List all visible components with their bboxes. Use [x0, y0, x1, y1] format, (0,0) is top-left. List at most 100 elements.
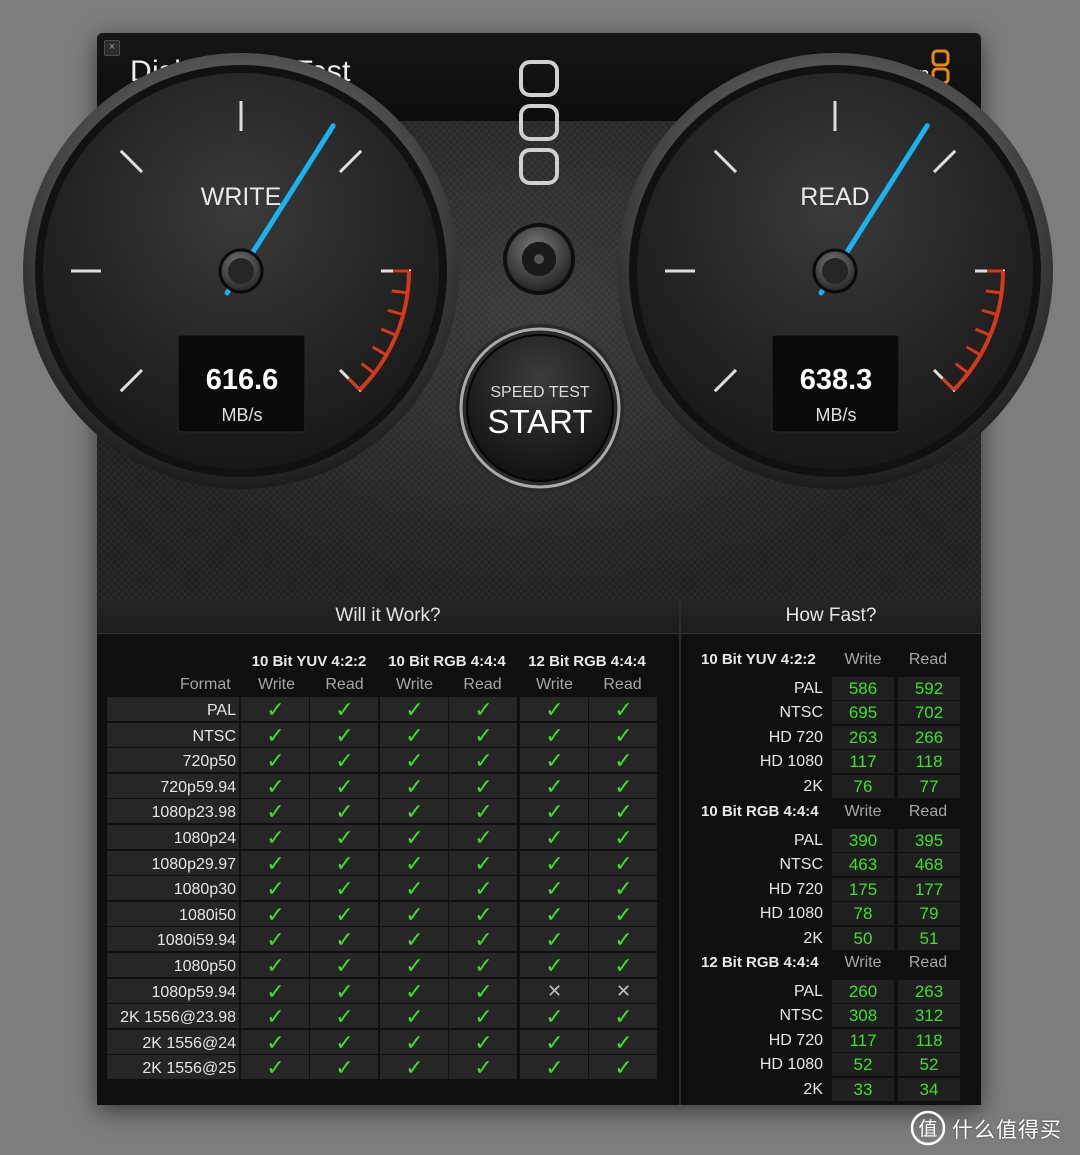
checkmark-icon: ✓	[335, 773, 354, 799]
how-fast-read-value: 79	[898, 902, 960, 926]
how-fast-read-value: 34	[898, 1077, 960, 1101]
will-sub-write-3: Write	[535, 676, 574, 693]
checkmark-icon: ✓	[405, 927, 424, 953]
how-fast-write-value: 390	[832, 829, 894, 852]
checkmark-icon: ✓	[335, 1029, 354, 1055]
how-fast-format-name: NTSC	[779, 856, 823, 874]
checkmark-icon: ✓	[474, 825, 493, 850]
how-fast-read-value: 395	[898, 829, 960, 852]
checkmark-icon: ✓	[474, 850, 493, 876]
will-it-work-row: 1080p59.94 ✓ ✓ ✓ ✓ ✕ ✕	[107, 978, 659, 1004]
how-fast-write-value: 695	[832, 701, 894, 725]
checkmark-icon: ✓	[614, 901, 633, 927]
will-it-work-row: 1080p29.97 ✓ ✓ ✓ ✓ ✓ ✓	[107, 850, 659, 876]
how-fast-read-value: 592	[898, 677, 960, 700]
will-it-work-row: 2K 1556@25 ✓ ✓ ✓ ✓ ✓ ✓	[107, 1055, 659, 1080]
checkmark-icon: ✓	[405, 901, 424, 927]
checkmark-icon: ✓	[266, 825, 285, 850]
checkmark-icon: ✓	[405, 876, 424, 902]
will-it-work-row: 1080p30 ✓ ✓ ✓ ✓ ✓ ✓	[107, 876, 659, 901]
format-name: 1080i59.94	[156, 932, 236, 950]
checkmark-icon: ✓	[405, 799, 424, 825]
checkmark-icon: ✓	[335, 1055, 354, 1081]
how-fast-format-name: 2K	[803, 777, 823, 795]
will-it-work-row: 720p59.94 ✓ ✓ ✓ ✓ ✓ ✓	[107, 773, 659, 799]
will-it-work-row: 2K 1556@23.98 ✓ ✓ ✓ ✓ ✓ ✓	[107, 1004, 659, 1029]
will-it-work-row: PAL ✓ ✓ ✓ ✓ ✓ ✓	[107, 697, 659, 722]
checkmark-icon: ✓	[405, 722, 424, 748]
will-sub-read-3: Read	[603, 676, 642, 693]
how-fast-read-label: Read	[908, 651, 948, 668]
checkmark-icon: ✓	[266, 1055, 285, 1081]
how-fast-format-name: HD 720	[768, 1031, 823, 1049]
checkmark-icon: ✓	[474, 773, 493, 799]
checkmark-icon: ✓	[266, 927, 285, 953]
how-fast-read-value: 51	[898, 926, 960, 950]
how-fast-header: How Fast?	[681, 599, 981, 634]
checkmark-icon: ✓	[545, 1055, 564, 1081]
how-fast-format-name: HD 720	[768, 880, 823, 898]
checkmark-icon: ✓	[474, 1055, 493, 1081]
will-it-work-header: Will it Work?	[97, 599, 679, 634]
checkmark-icon: ✓	[266, 901, 285, 927]
how-fast-group-title: 10 Bit YUV 4:2:2	[701, 651, 816, 668]
how-fast-row: HD 720 117 118	[681, 1028, 981, 1053]
will-sub-read-2: Read	[463, 676, 502, 693]
checkmark-icon: ✓	[405, 697, 424, 722]
checkmark-icon: ✓	[405, 1004, 424, 1030]
checkmark-icon: ✓	[335, 876, 354, 902]
checkmark-icon: ✓	[266, 773, 285, 799]
checkmark-icon: ✓	[405, 850, 424, 876]
blackmagic-logo-icon	[931, 49, 950, 103]
checkmark-icon: ✓	[545, 1029, 564, 1055]
will-it-work-row: 1080p23.98 ✓ ✓ ✓ ✓ ✓ ✓	[107, 799, 659, 824]
checkmark-icon: ✓	[405, 748, 424, 774]
checkmark-icon: ✓	[335, 850, 354, 876]
checkmark-icon: ✓	[335, 927, 354, 953]
disk-speed-test-window: × Disk Speed Test Blackmagicdesign WRITE…	[23, 33, 1053, 1105]
format-name: 720p50	[182, 753, 236, 771]
format-name: 2K 1556@25	[142, 1060, 236, 1078]
redline-tick	[981, 308, 998, 316]
how-fast-write-label: Write	[844, 803, 882, 820]
how-fast-row: 2K 33 34	[681, 1077, 981, 1102]
will-it-work-row: 720p50 ✓ ✓ ✓ ✓ ✓ ✓	[107, 748, 659, 773]
how-fast-format-name: PAL	[793, 680, 823, 697]
start-button[interactable]: SPEED TEST START	[456, 324, 624, 492]
checkmark-icon: ✓	[266, 850, 285, 876]
checkmark-icon: ✓	[614, 799, 633, 825]
checkmark-icon: ✓	[474, 876, 493, 902]
checkmark-icon: ✓	[614, 722, 633, 748]
checkmark-icon: ✓	[545, 799, 564, 825]
settings-gear-button[interactable]	[503, 223, 575, 295]
watermark-logo-icon: 值	[910, 1110, 946, 1146]
checkmark-icon: ✓	[614, 953, 633, 978]
checkmark-icon: ✓	[545, 748, 564, 774]
checkmark-icon: ✓	[405, 773, 424, 799]
start-button-label: START	[487, 403, 592, 440]
will-it-work-row: 1080i59.94 ✓ ✓ ✓ ✓ ✓ ✓	[107, 927, 659, 952]
will-sub-write-1: Write	[257, 676, 296, 693]
how-fast-row: PAL 586 592	[681, 677, 981, 701]
checkmark-icon: ✓	[405, 953, 424, 978]
how-fast-write-value: 78	[832, 902, 894, 926]
will-sub-read-1: Read	[325, 676, 364, 693]
app-title: Disk Speed Test	[130, 55, 351, 88]
checkmark-icon: ✓	[614, 1029, 633, 1055]
how-fast-format-name: HD 1080	[759, 753, 823, 771]
checkmark-icon: ✓	[545, 697, 564, 722]
how-fast-row: HD 720 175 177	[681, 877, 981, 902]
checkmark-icon: ✓	[474, 953, 493, 978]
will-it-work-row: NTSC ✓ ✓ ✓ ✓ ✓ ✓	[107, 722, 659, 748]
format-name: NTSC	[192, 727, 236, 745]
how-fast-group-title: 12 Bit RGB 4:4:4	[701, 954, 819, 971]
will-it-work-row: 1080p24 ✓ ✓ ✓ ✓ ✓ ✓	[107, 825, 659, 850]
checkmark-icon: ✓	[335, 748, 354, 774]
format-name: 1080p23.98	[151, 804, 236, 822]
how-fast-write-value: 175	[832, 877, 894, 901]
checkmark-icon: ✓	[474, 978, 493, 1004]
how-fast-write-value: 260	[832, 980, 894, 1003]
redline-tick	[985, 289, 1002, 295]
close-button[interactable]: ×	[104, 40, 120, 56]
watermark-text: 什么值得买	[952, 1119, 1062, 1142]
